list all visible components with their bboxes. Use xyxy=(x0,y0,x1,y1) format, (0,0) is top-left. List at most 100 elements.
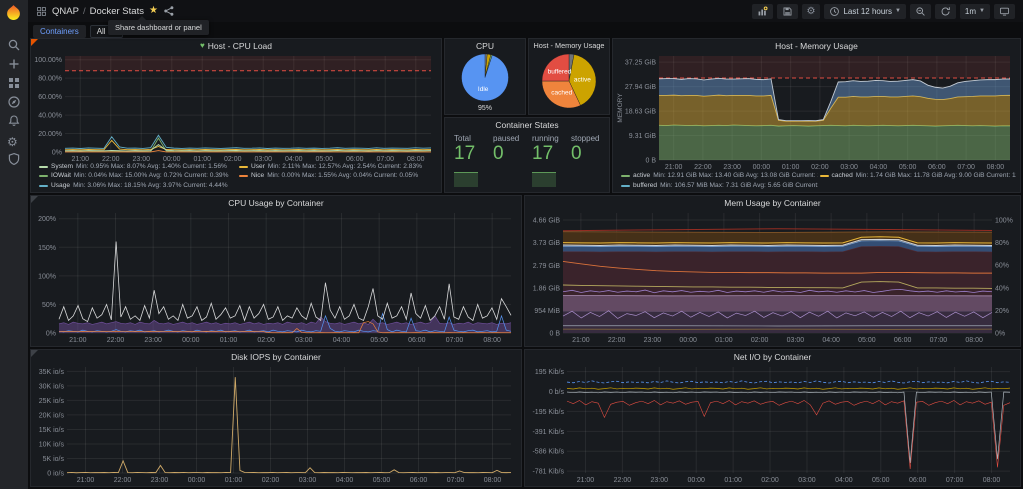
panel-title[interactable]: ♥ Host - CPU Load xyxy=(31,39,441,52)
svg-text:21:00: 21:00 xyxy=(69,337,87,344)
svg-text:22:00: 22:00 xyxy=(614,477,632,484)
svg-text:0 io/s: 0 io/s xyxy=(47,471,64,478)
svg-text:9.31 GiB: 9.31 GiB xyxy=(629,133,657,140)
svg-text:20.00%: 20.00% xyxy=(38,131,62,138)
panel-title[interactable]: Net I/O by Container xyxy=(525,350,1020,363)
memory-pie-chart[interactable]: active cached buffered xyxy=(531,52,607,112)
svg-text:07:00: 07:00 xyxy=(957,164,975,171)
svg-text:20%: 20% xyxy=(995,308,1009,315)
sidebar-explore-icon[interactable] xyxy=(7,95,21,109)
svg-text:37.25 GiB: 37.25 GiB xyxy=(625,60,656,67)
svg-text:08:00: 08:00 xyxy=(983,477,1001,484)
svg-text:0 B: 0 B xyxy=(549,331,560,338)
disk-iops-chart[interactable]: 21:00 22:00 23:00 00:00 01:00 02:00 03:00 04:00… xyxy=(33,363,519,484)
svg-text:27.94 GiB: 27.94 GiB xyxy=(625,84,656,91)
toolbar-refresh-interval-button[interactable]: 1m ▼ xyxy=(959,3,990,19)
svg-text:05:00: 05:00 xyxy=(370,337,388,344)
cpu-pie-chart[interactable]: Idle 95% xyxy=(447,52,523,112)
svg-text:04:00: 04:00 xyxy=(822,337,840,344)
svg-text:07:00: 07:00 xyxy=(447,477,465,484)
panel-corner-icon[interactable] xyxy=(31,350,38,357)
host-cpu-load-chart[interactable]: 21:00 22:00 23:00 00:00 01:00 02:00 03:00 04:00… xyxy=(33,52,439,163)
svg-text:21:00: 21:00 xyxy=(77,477,95,484)
svg-text:00:00: 00:00 xyxy=(687,477,705,484)
svg-text:-195 Kib/s: -195 Kib/s xyxy=(532,409,564,416)
sidebar-dashboards-icon[interactable] xyxy=(7,76,21,90)
svg-text:02:00: 02:00 xyxy=(751,337,769,344)
mem-by-container-chart[interactable]: 21:00 22:00 23:00 00:00 01:00 02:00 03:00 04:00… xyxy=(527,209,1018,344)
toolbar-refresh-button[interactable] xyxy=(934,3,956,19)
sidebar-search-icon[interactable] xyxy=(7,38,21,52)
stat-sparkline xyxy=(532,172,557,187)
panel-title[interactable]: Disk IOPS by Container xyxy=(31,350,521,363)
panel-title[interactable]: Container States xyxy=(445,118,609,131)
svg-text:-391 Kib/s: -391 Kib/s xyxy=(532,429,564,436)
panel-corner-icon[interactable] xyxy=(31,196,38,203)
panel-corner-info-icon[interactable] xyxy=(31,39,38,46)
svg-text:21:00: 21:00 xyxy=(665,164,683,171)
toolbar-add-panel-button[interactable] xyxy=(751,3,773,19)
toolbar-monitor-button[interactable] xyxy=(994,3,1015,19)
legend-item-IOWait[interactable]: IOWait Min: 0.04% Max: 15.00% Avg: 0.72% … xyxy=(39,172,237,180)
legend-item-System[interactable]: System Min: 0.95% Max: 8.07% Avg: 1.40% C… xyxy=(39,163,237,171)
svg-text:06:00: 06:00 xyxy=(894,337,912,344)
net-io-chart[interactable]: 21:00 22:00 23:00 00:00 01:00 02:00 03:00 04:00… xyxy=(527,363,1018,484)
sidebar-plus-icon[interactable] xyxy=(7,57,21,71)
svg-text:04:00: 04:00 xyxy=(336,477,354,484)
legend-item-buffered[interactable]: buffered Min: 106.57 MiB Max: 7.31 GiB Av… xyxy=(621,182,818,190)
cpu-by-container-chart[interactable]: 21:00 22:00 23:00 00:00 01:00 02:00 03:00 04:00… xyxy=(33,209,519,344)
svg-text:100.00%: 100.00% xyxy=(34,57,62,64)
breadcrumb-folder[interactable]: QNAP xyxy=(52,6,79,17)
host-memory-chart[interactable]: 21:00 22:00 23:00 00:00 01:00 02:00 03:00 04:00… xyxy=(615,52,1018,171)
stat-Total: Total 17 xyxy=(449,131,488,189)
legend-item-Usage[interactable]: Usage Min: 3.06% Max: 18.15% Avg: 3.97% C… xyxy=(39,182,237,190)
stat-sparkline xyxy=(454,172,479,187)
nav-sidebar: ⚙ xyxy=(0,0,28,489)
grafana-logo-icon[interactable] xyxy=(5,4,22,21)
stat-stopped: stopped 0 xyxy=(571,134,600,164)
svg-text:22:00: 22:00 xyxy=(694,164,712,171)
panel-title[interactable]: CPU Usage by Container xyxy=(31,196,521,209)
panel-title[interactable]: Host - Memory Usage xyxy=(613,39,1020,52)
toolbar-save-button[interactable] xyxy=(776,3,798,19)
svg-text:06:00: 06:00 xyxy=(909,477,927,484)
svg-text:23:00: 23:00 xyxy=(723,164,741,171)
svg-text:954 MiB: 954 MiB xyxy=(534,308,560,315)
dashboard-grid-icon[interactable] xyxy=(36,6,47,17)
svg-text:18.63 GiB: 18.63 GiB xyxy=(625,109,656,116)
panel-memory-pie: Host - Memory Usage active cached buffered xyxy=(528,38,610,115)
breadcrumb-dashboard[interactable]: Docker Stats xyxy=(90,6,144,17)
share-icon[interactable] xyxy=(163,5,175,17)
panel-title[interactable]: Mem Usage by Container xyxy=(525,196,1020,209)
svg-text:07:00: 07:00 xyxy=(946,477,964,484)
svg-text:4.66 GiB: 4.66 GiB xyxy=(533,218,561,225)
chart-legend: active Min: 12.91 GiB Max: 13.40 GiB Avg:… xyxy=(621,172,1016,190)
svg-text:23:00: 23:00 xyxy=(151,477,169,484)
svg-text:03:00: 03:00 xyxy=(787,337,805,344)
svg-text:100%: 100% xyxy=(38,273,56,280)
svg-text:08:00: 08:00 xyxy=(484,477,502,484)
svg-text:60%: 60% xyxy=(995,263,1009,270)
panel-disk-iops-by-container: Disk IOPS by Container 21:00 22:00 23:00 00… xyxy=(30,349,522,487)
legend-item-Nice[interactable]: Nice Min: 0.00% Max: 1.55% Avg: 0.04% Cur… xyxy=(239,172,437,180)
toolbar-clock-button[interactable]: Last 12 hours ▼ xyxy=(824,3,906,19)
stat-running: running 17 xyxy=(527,131,566,189)
svg-text:07:00: 07:00 xyxy=(446,337,464,344)
svg-text:04:00: 04:00 xyxy=(333,337,351,344)
legend-item-cached[interactable]: cached Min: 1.74 GiB Max: 11.78 GiB Avg: … xyxy=(819,172,1016,180)
sidebar-shield-icon[interactable] xyxy=(7,152,21,166)
sidebar-alerting-icon[interactable] xyxy=(7,114,21,128)
legend-item-active[interactable]: active Min: 12.91 GiB Max: 13.40 GiB Avg:… xyxy=(621,172,818,180)
svg-text:00:00: 00:00 xyxy=(679,337,697,344)
panel-title[interactable]: CPU xyxy=(445,39,525,52)
panel-title[interactable]: Host - Memory Usage xyxy=(529,39,609,52)
sidebar-settings-icon[interactable]: ⚙ xyxy=(7,133,21,149)
svg-text:01:00: 01:00 xyxy=(715,337,733,344)
svg-text:25K io/s: 25K io/s xyxy=(39,398,65,405)
svg-text:5K io/s: 5K io/s xyxy=(43,456,65,463)
toolbar-gear-button[interactable]: ⚙ xyxy=(801,3,821,19)
legend-item-User[interactable]: User Min: 2.11% Max: 12.57% Avg: 2.54% Cu… xyxy=(239,163,437,171)
toolbar-zoom-out-button[interactable] xyxy=(909,3,931,19)
favorite-star-icon[interactable]: ★ xyxy=(149,6,158,16)
svg-text:buffered: buffered xyxy=(548,68,572,75)
